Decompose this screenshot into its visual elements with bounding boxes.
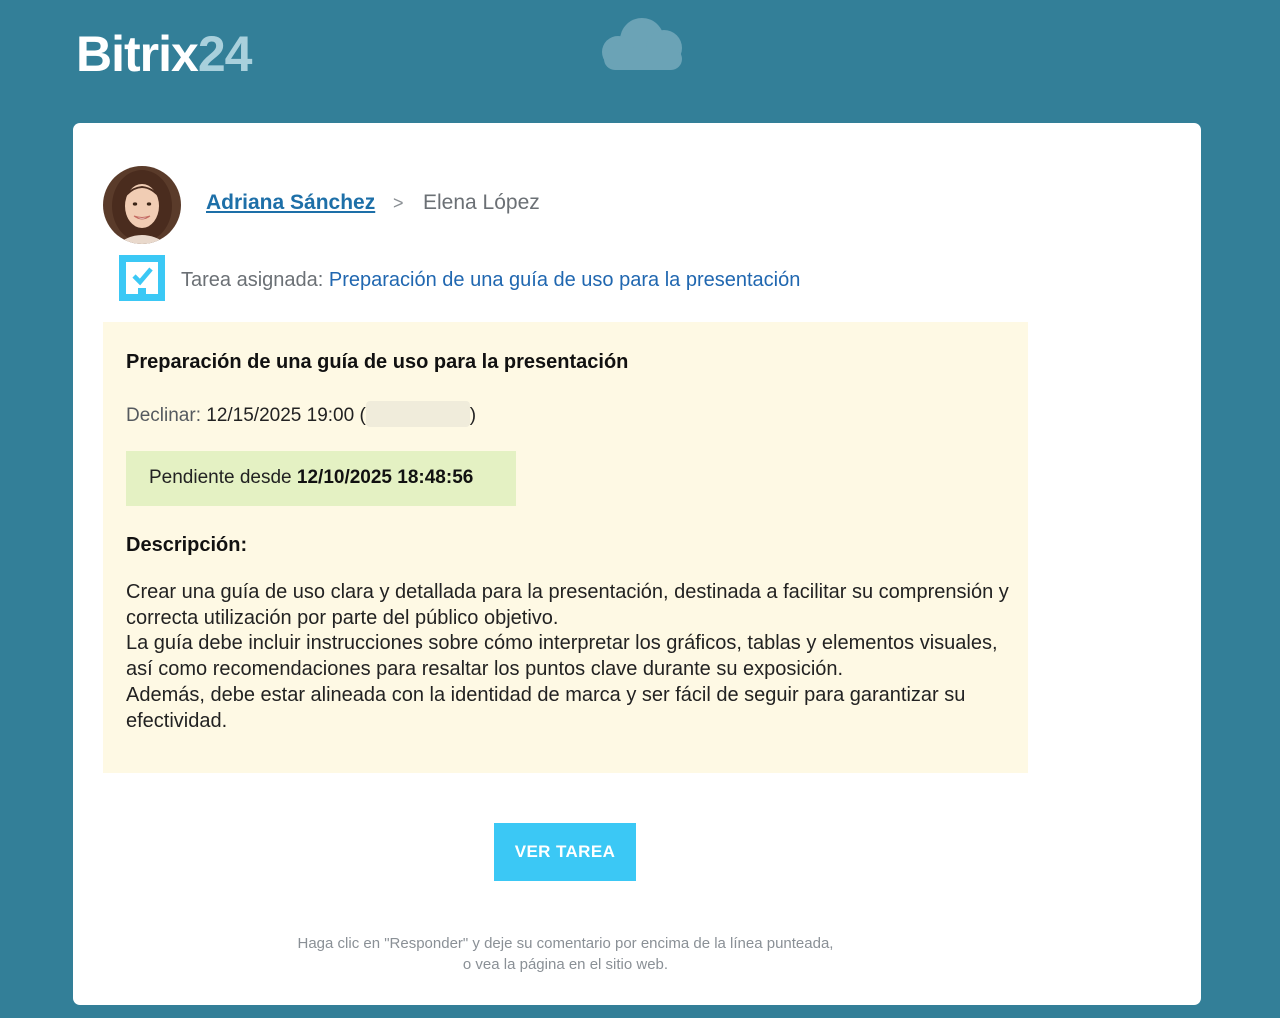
description-line: Además, debe estar alineada con la ident… — [126, 683, 966, 732]
pending-value: 12/10/2025 18:48:56 — [296, 467, 474, 488]
description-text: Crear una guía de uso clara y detallada … — [126, 580, 1011, 734]
task-panel: Preparación de una guía de uso para la p… — [103, 322, 1028, 773]
logo-number: 24 — [197, 26, 253, 82]
logo-text: Bitrix — [76, 26, 199, 82]
footer-line: o vea la página en el sitio web. — [462, 956, 669, 973]
footer-line: Haga clic en "Responder" y deje su comen… — [297, 935, 834, 952]
description-line: Crear una guía de uso clara y detallada … — [126, 581, 1009, 629]
description-line: La guía debe incluir instrucciones sobre… — [126, 632, 998, 681]
assigned-task-line: Tarea asignada: Preparación de una guía … — [181, 269, 800, 292]
task-title: Preparación de una guía de uso para la p… — [126, 351, 629, 373]
bitrix24-logo: Bitrix24 — [76, 26, 253, 82]
sender-link[interactable]: Adriana Sánchez — [206, 191, 375, 215]
recipient-name: Elena López — [423, 191, 540, 214]
pending-label: Pendiente desde — [149, 467, 292, 488]
deadline-line: Declinar: 12/15/2025 19:00 () — [126, 401, 476, 427]
deadline-paren-close: ) — [469, 405, 477, 426]
checkbox-icon — [119, 255, 165, 301]
status-text: Pendiente desde 12/10/2025 18:48:56 — [149, 467, 473, 489]
assigned-task-link[interactable]: Preparación de una guía de uso para la p… — [329, 269, 800, 291]
avatar — [103, 166, 181, 244]
cloud-icon — [602, 18, 682, 70]
description-label: Descripción: — [126, 534, 248, 556]
chevron-right-icon: > — [393, 193, 404, 213]
status-badge: Pendiente desde 12/10/2025 18:48:56 — [126, 451, 516, 506]
deadline-value: 12/15/2025 19:00 — [206, 405, 355, 426]
deadline-label: Declinar: — [126, 405, 201, 426]
avatar-photo — [103, 166, 181, 244]
redacted-block — [365, 401, 470, 427]
assigned-label: Tarea asignada: — [181, 269, 324, 291]
deadline-paren-open: ( — [354, 405, 366, 426]
view-task-button[interactable]: VER TAREA — [494, 823, 636, 881]
email-card: Adriana Sánchez > Elena López Tarea asig… — [73, 123, 1201, 1005]
footer-note: Haga clic en "Responder" y deje su comen… — [73, 933, 1058, 975]
